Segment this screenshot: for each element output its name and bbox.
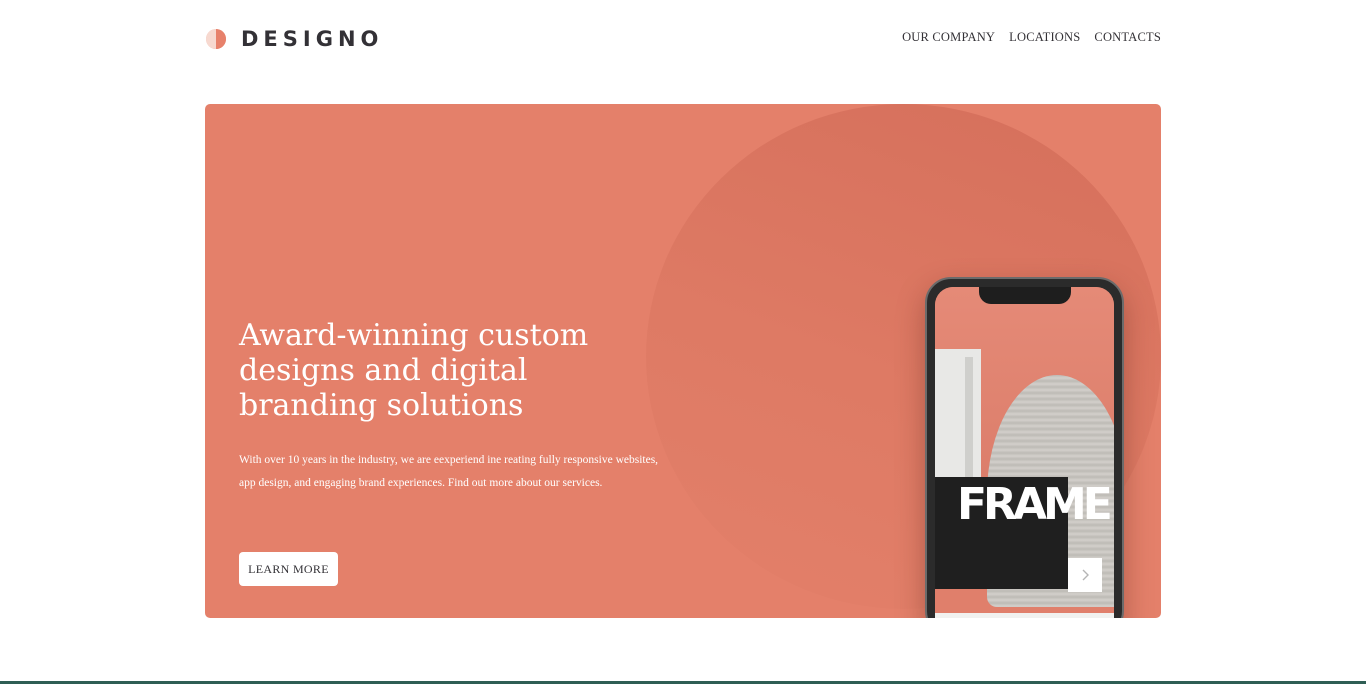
site-header: DESIGNO OUR COMPANY LOCATIONS CONTACTS (205, 24, 1161, 54)
logo-text: DESIGNO (241, 27, 384, 51)
screen-next-button[interactable] (1068, 558, 1102, 592)
nav-locations[interactable]: LOCATIONS (1009, 30, 1080, 45)
logo[interactable]: DESIGNO (205, 26, 383, 52)
phone-notch (978, 287, 1071, 304)
nav-contacts[interactable]: CONTACTS (1094, 30, 1161, 45)
hero-title: Award-winning custom designs and digital… (239, 318, 589, 423)
screen-table (935, 613, 1114, 618)
learn-more-button[interactable]: LEARN MORE (239, 552, 338, 586)
chevron-right-icon (1080, 566, 1090, 585)
hero-section: Award-winning custom designs and digital… (205, 104, 1161, 618)
hero-description: With over 10 years in the industry, we a… (239, 454, 659, 489)
screen-brand-text: FRAME (957, 479, 1113, 530)
nav-our-company[interactable]: OUR COMPANY (902, 30, 995, 45)
phone-mockup: FRAME (925, 277, 1124, 618)
phone-screen: FRAME (935, 287, 1114, 618)
main-nav: OUR COMPANY LOCATIONS CONTACTS (902, 30, 1161, 45)
half-circle-logo-icon (205, 28, 227, 50)
